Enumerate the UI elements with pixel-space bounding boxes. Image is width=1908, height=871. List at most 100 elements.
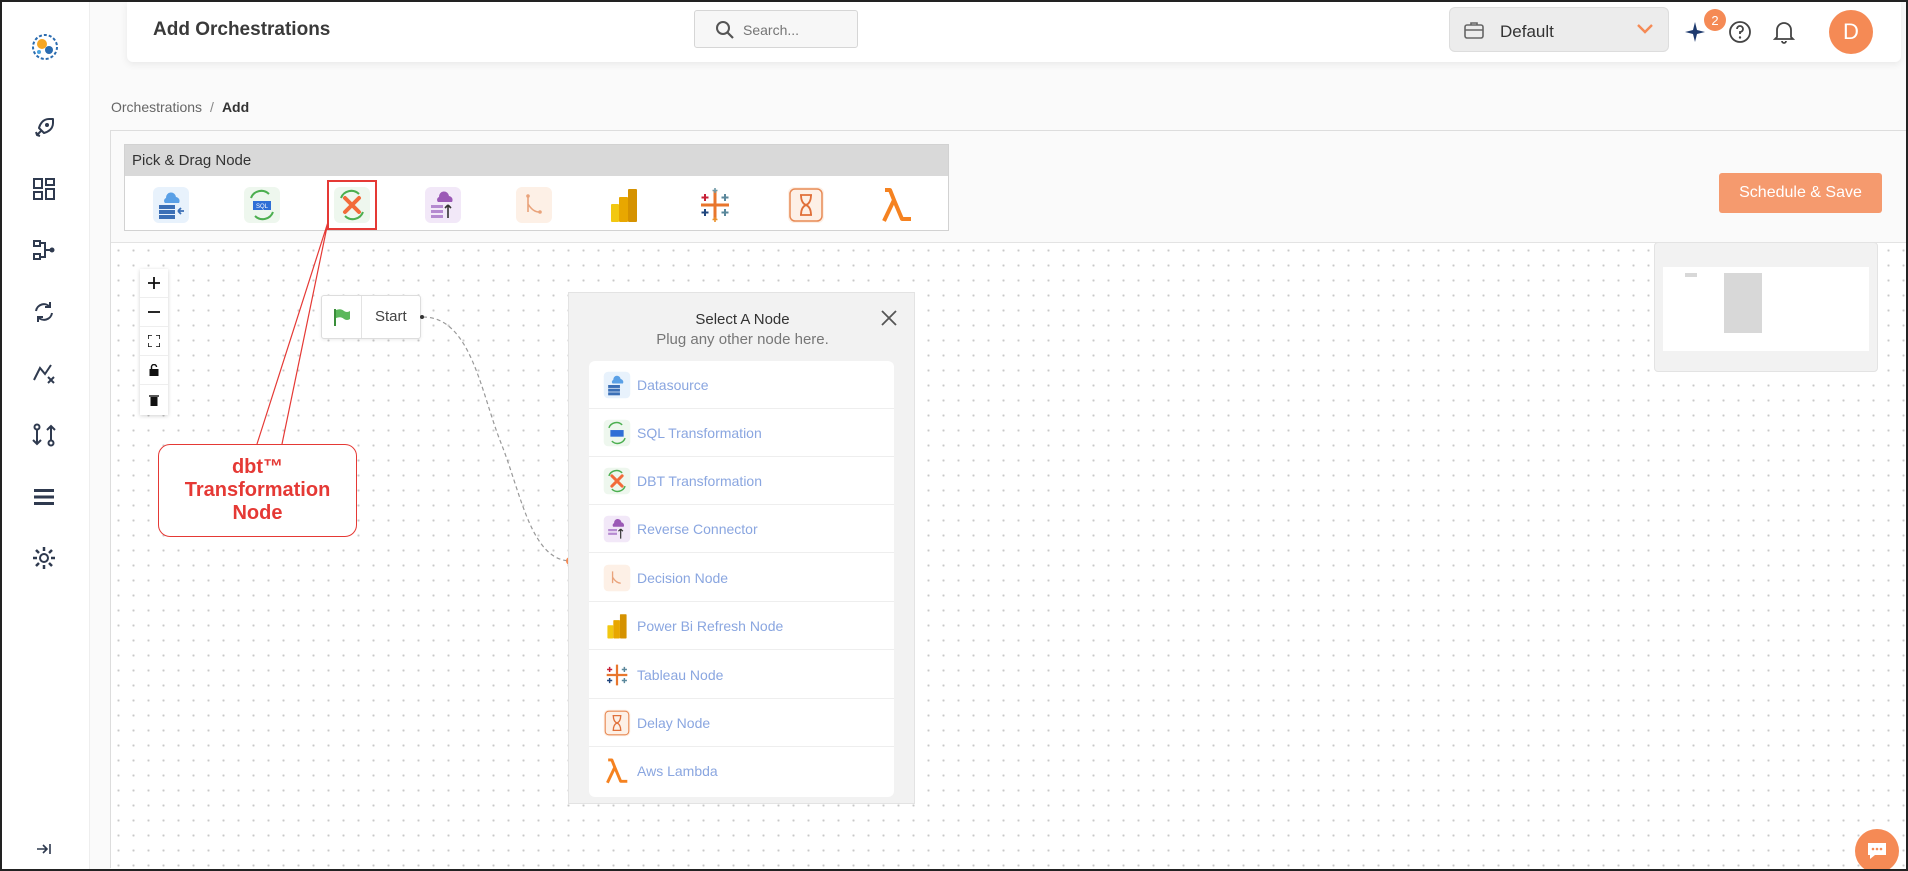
minimap-node: [1724, 273, 1762, 333]
callout-line-2: Transformation: [184, 479, 331, 501]
chevron-down-icon: [1637, 24, 1653, 34]
pipeline-icon[interactable]: [30, 236, 58, 264]
breadcrumb: Orchestrations / Add: [111, 99, 249, 115]
delay-node-icon: [788, 187, 824, 223]
palette-dbt-transformation[interactable]: [327, 180, 377, 230]
sidebar: [2, 2, 90, 869]
palette-title: Pick & Drag Node: [125, 145, 948, 176]
collapse-sidebar-icon[interactable]: [35, 840, 53, 858]
node-options-list: Datasource SQL Transformation DBT Transf…: [589, 361, 894, 797]
page-title: Add Orchestrations: [153, 19, 331, 40]
aws-lambda-icon: [602, 756, 632, 786]
option-power-bi[interactable]: Power Bi Refresh Node: [589, 602, 894, 650]
help-icon[interactable]: [1726, 18, 1754, 46]
palette-power-bi[interactable]: [604, 185, 644, 225]
minimap-viewport: [1663, 267, 1869, 351]
option-label: Datasource: [637, 376, 709, 393]
workspace-label: Default: [1500, 22, 1554, 41]
workspace-select[interactable]: Default: [1449, 7, 1669, 52]
tableau-icon: [701, 188, 729, 222]
node-palette: Pick & Drag Node SQL: [124, 144, 949, 231]
palette-tableau[interactable]: [695, 185, 735, 225]
option-dbt-transformation[interactable]: DBT Transformation: [589, 457, 894, 505]
decision-node-icon: [602, 563, 632, 593]
dashboard-icon[interactable]: [30, 175, 58, 203]
svg-text:SQL: SQL: [256, 204, 269, 210]
zoom-in-icon[interactable]: [140, 269, 168, 298]
option-label: Decision Node: [637, 569, 729, 586]
list-icon[interactable]: [30, 483, 58, 511]
palette-delay-node[interactable]: [786, 185, 826, 225]
zoom-out-icon[interactable]: [140, 298, 168, 327]
option-sql-transformation[interactable]: SQL Transformation: [589, 409, 894, 457]
notification-badge: 2: [1704, 9, 1726, 31]
start-node-label: Start: [375, 308, 407, 325]
power-bi-icon: [611, 189, 637, 222]
search-input[interactable]: [743, 20, 851, 40]
rocket-icon[interactable]: [30, 114, 58, 142]
lock-icon[interactable]: [140, 356, 168, 385]
delay-node-icon: [602, 708, 632, 738]
breadcrumb-parent[interactable]: Orchestrations: [111, 99, 202, 115]
option-label: Reverse Connector: [637, 520, 758, 537]
option-delay-node[interactable]: Delay Node: [589, 699, 894, 747]
close-icon[interactable]: [880, 309, 898, 327]
select-node-panel: Select A Node Plug any other node here. …: [568, 292, 915, 804]
option-tableau[interactable]: Tableau Node: [589, 651, 894, 699]
datasource-icon: [602, 370, 632, 400]
palette-sql-transformation[interactable]: SQL: [242, 185, 282, 225]
option-label: Delay Node: [637, 714, 711, 731]
bell-icon[interactable]: [1770, 18, 1798, 46]
sync-icon[interactable]: [30, 298, 58, 326]
palette-aws-lambda[interactable]: [877, 185, 917, 225]
option-aws-lambda[interactable]: Aws Lambda: [589, 747, 894, 795]
schedule-save-button[interactable]: Schedule & Save: [1719, 173, 1882, 213]
minimap[interactable]: [1654, 242, 1878, 372]
fit-view-icon[interactable]: [140, 327, 168, 356]
sql-transformation-icon: [602, 418, 632, 448]
option-decision-node[interactable]: Decision Node: [589, 554, 894, 602]
compare-icon[interactable]: [30, 421, 58, 449]
top-header: Add Orchestrations Default 2 D: [127, 2, 1901, 62]
start-node[interactable]: Start: [321, 295, 421, 339]
palette-reverse-connector[interactable]: [423, 185, 463, 225]
aws-lambda-icon: [882, 188, 911, 222]
annotation-callout: dbt™ Transformation Node: [158, 444, 357, 537]
callout-line-1: dbt™: [231, 456, 284, 478]
dbt-transformation-icon: [602, 466, 632, 496]
breadcrumb-current: Add: [221, 99, 250, 115]
chat-icon[interactable]: [1855, 829, 1899, 871]
breadcrumb-separator: /: [210, 99, 214, 115]
search-icon: [716, 21, 734, 39]
transform-icon[interactable]: [30, 359, 58, 387]
minimap-node: [1685, 273, 1697, 277]
reverse-connector-icon: [602, 514, 632, 544]
option-datasource[interactable]: Datasource: [589, 361, 894, 409]
tableau-icon: [602, 660, 632, 690]
dbt-transformation-icon: [334, 187, 370, 223]
settings-icon[interactable]: [30, 544, 58, 572]
decision-node-icon: [516, 187, 552, 223]
user-avatar[interactable]: D: [1829, 10, 1873, 54]
flag-icon: [322, 296, 362, 338]
palette-decision-node[interactable]: [514, 185, 554, 225]
select-panel-title: Select A Node: [695, 311, 790, 328]
select-panel-subtitle: Plug any other node here.: [656, 331, 829, 348]
trash-icon[interactable]: [140, 385, 168, 414]
flow-canvas[interactable]: Start Select A Node Plug any other node …: [111, 242, 1907, 869]
app-logo[interactable]: [28, 30, 62, 64]
palette-datasource[interactable]: [151, 185, 191, 225]
callout-line-3: Node: [232, 502, 283, 524]
option-reverse-connector[interactable]: Reverse Connector: [589, 505, 894, 553]
power-bi-icon: [602, 611, 632, 641]
sql-transformation-icon: SQL: [244, 187, 280, 223]
option-label: Power Bi Refresh Node: [637, 617, 784, 634]
briefcase-icon: [1464, 22, 1484, 39]
search-box[interactable]: [694, 10, 858, 48]
option-label: Aws Lambda: [637, 763, 718, 779]
datasource-icon: [153, 187, 189, 223]
zoom-controls: [140, 269, 168, 415]
reverse-connector-icon: [425, 187, 461, 223]
option-label: Tableau Node: [637, 666, 724, 683]
editor-toolbar: Pick & Drag Node SQL Schedule & Save: [111, 131, 1907, 243]
